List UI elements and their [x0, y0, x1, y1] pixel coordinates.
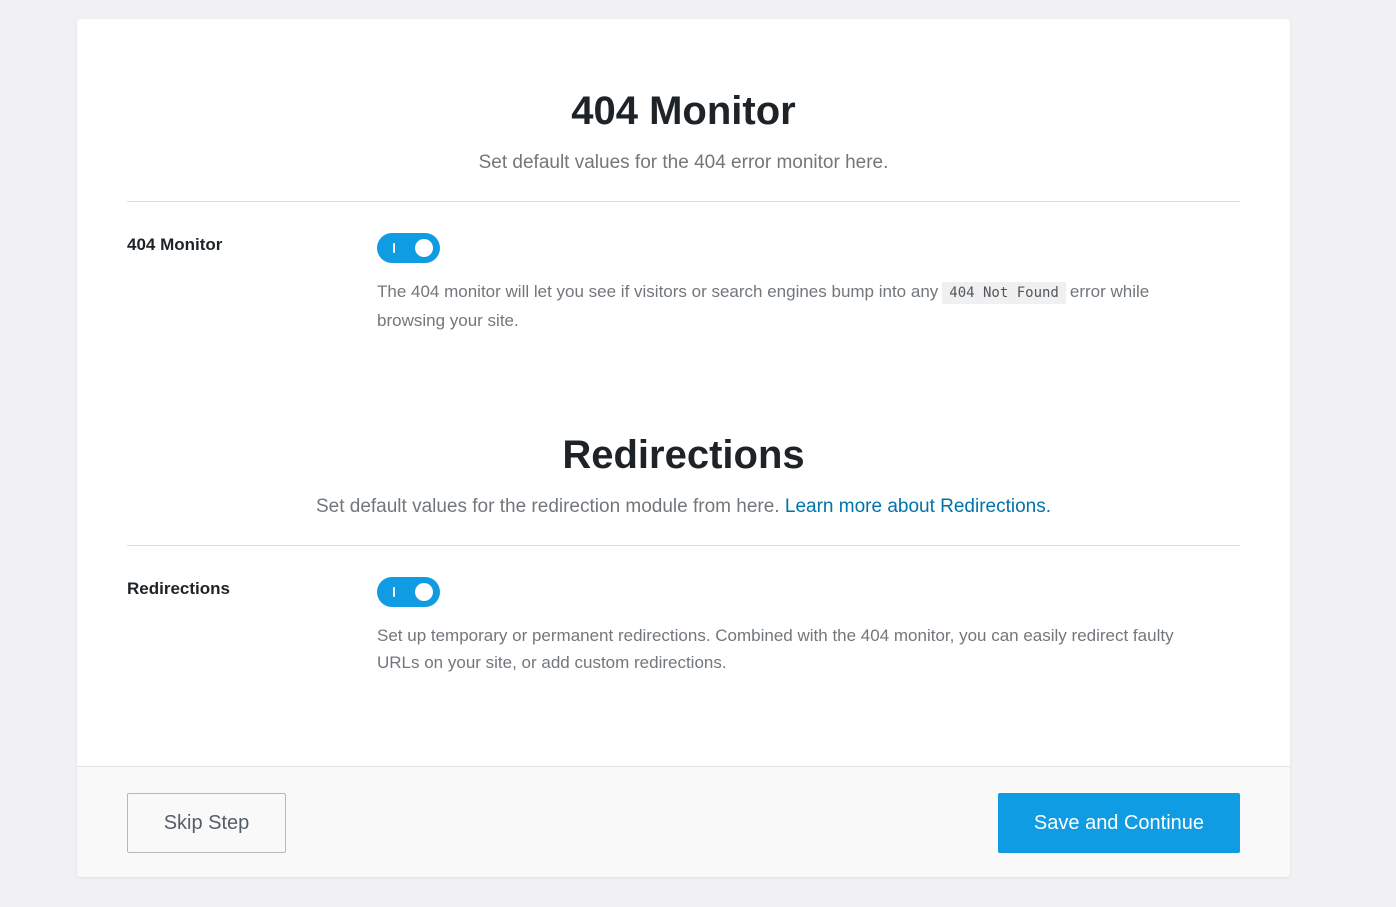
monitor-divider [127, 201, 1240, 202]
not-found-code: 404 Not Found [942, 282, 1066, 304]
toggle-on-icon [393, 243, 395, 253]
toggle-knob [415, 239, 433, 257]
redirections-divider [127, 545, 1240, 546]
monitor-section-title: 404 Monitor [571, 89, 796, 133]
monitor-section-description: Set default values for the 404 error mon… [478, 152, 889, 173]
redirections-setting-content: Set up temporary or permanent redirectio… [377, 577, 1217, 676]
setup-wizard-card: 404 Monitor Set default values for the 4… [77, 19, 1290, 877]
skip-step-button[interactable]: Skip Step [127, 793, 286, 853]
monitor-setting-content: The 404 monitor will let you see if visi… [377, 233, 1217, 334]
learn-more-link[interactable]: Learn more about Redirections. [785, 496, 1051, 517]
redirections-setting-label: Redirections [127, 579, 230, 598]
redirections-section-description: Set default values for the redirection m… [127, 495, 1240, 519]
monitor-help-text: The 404 monitor will let you see if visi… [377, 278, 1217, 334]
toggle-on-icon [393, 587, 395, 597]
wizard-footer: Skip Step Save and Continue [77, 766, 1290, 877]
toggle-knob [415, 583, 433, 601]
redirections-section-title: Redirections [562, 433, 805, 477]
monitor-section-header: 404 Monitor Set default values for the 4… [127, 87, 1240, 175]
monitor-help-before: The 404 monitor will let you see if visi… [377, 282, 939, 301]
save-and-continue-button[interactable]: Save and Continue [998, 793, 1240, 853]
redirections-help-text: Set up temporary or permanent redirectio… [377, 626, 1174, 672]
monitor-toggle[interactable] [377, 233, 440, 263]
redirections-section-header: Redirections Set default values for the … [127, 431, 1240, 519]
redirections-desc-text: Set default values for the redirection m… [315, 496, 780, 517]
redirections-toggle[interactable] [377, 577, 440, 607]
monitor-setting-label: 404 Monitor [127, 235, 223, 254]
